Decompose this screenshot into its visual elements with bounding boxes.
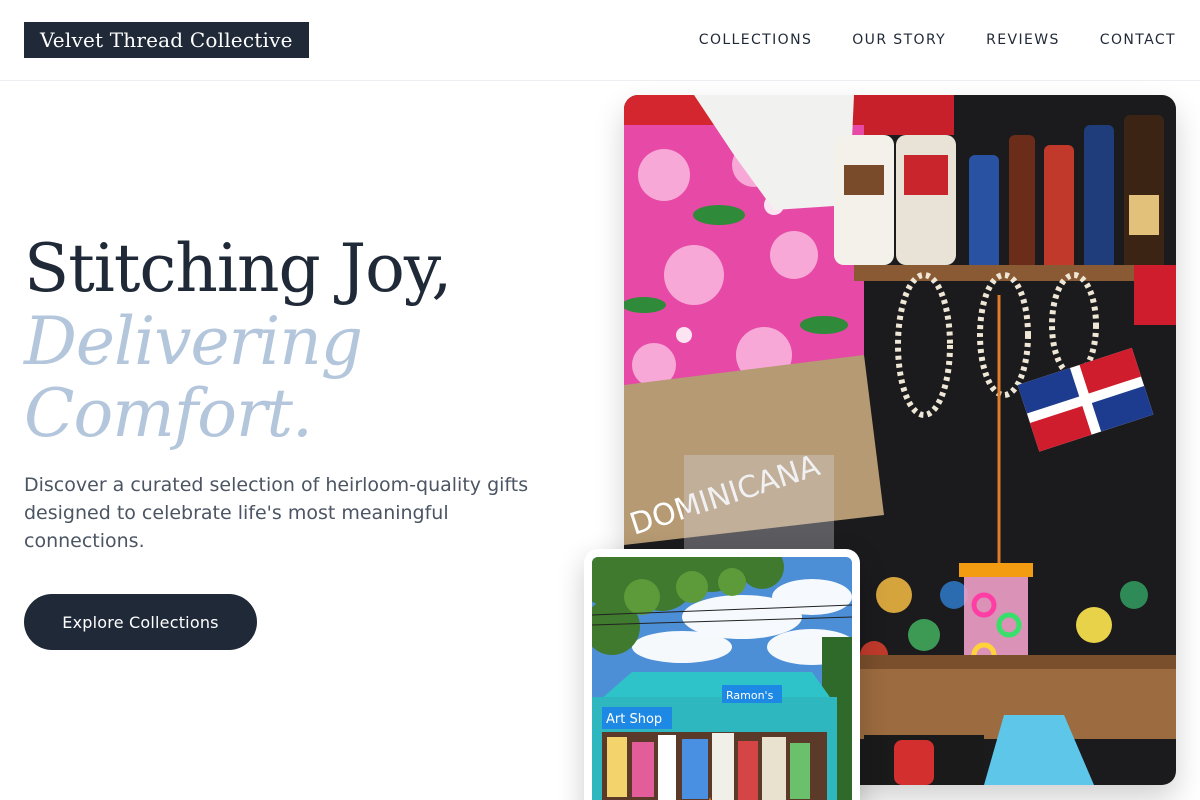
nav-item-reviews[interactable]: REVIEWS — [986, 30, 1060, 50]
hero-title-line-1: Stitching Joy, — [24, 230, 452, 307]
nav-item-collections[interactable]: COLLECTIONS — [699, 30, 812, 50]
explore-collections-button[interactable]: Explore Collections — [24, 594, 257, 650]
hero-title-line-3: Comfort. — [24, 375, 313, 452]
nav-item-contact[interactable]: CONTACT — [1100, 30, 1176, 50]
hero-title-line-2: Delivering — [24, 303, 363, 380]
site-header: Velvet Thread Collective COLLECTIONS OUR… — [0, 0, 1200, 81]
svg-text:Art Shop: Art Shop — [606, 712, 662, 727]
hero-description: Discover a curated selection of heirloom… — [24, 474, 529, 552]
svg-text:Ramon's: Ramon's — [726, 689, 774, 702]
hero-title: Stitching Joy, Delivering Comfort. — [24, 232, 584, 450]
main-nav: COLLECTIONS OUR STORY REVIEWS CONTACT — [699, 30, 1176, 50]
hero-inset-card: Art Shop Ramon's — [584, 549, 860, 800]
hero-inset-image: Art Shop Ramon's — [592, 557, 852, 800]
brand-logo[interactable]: Velvet Thread Collective — [24, 22, 309, 58]
nav-item-our-story[interactable]: OUR STORY — [852, 30, 946, 50]
